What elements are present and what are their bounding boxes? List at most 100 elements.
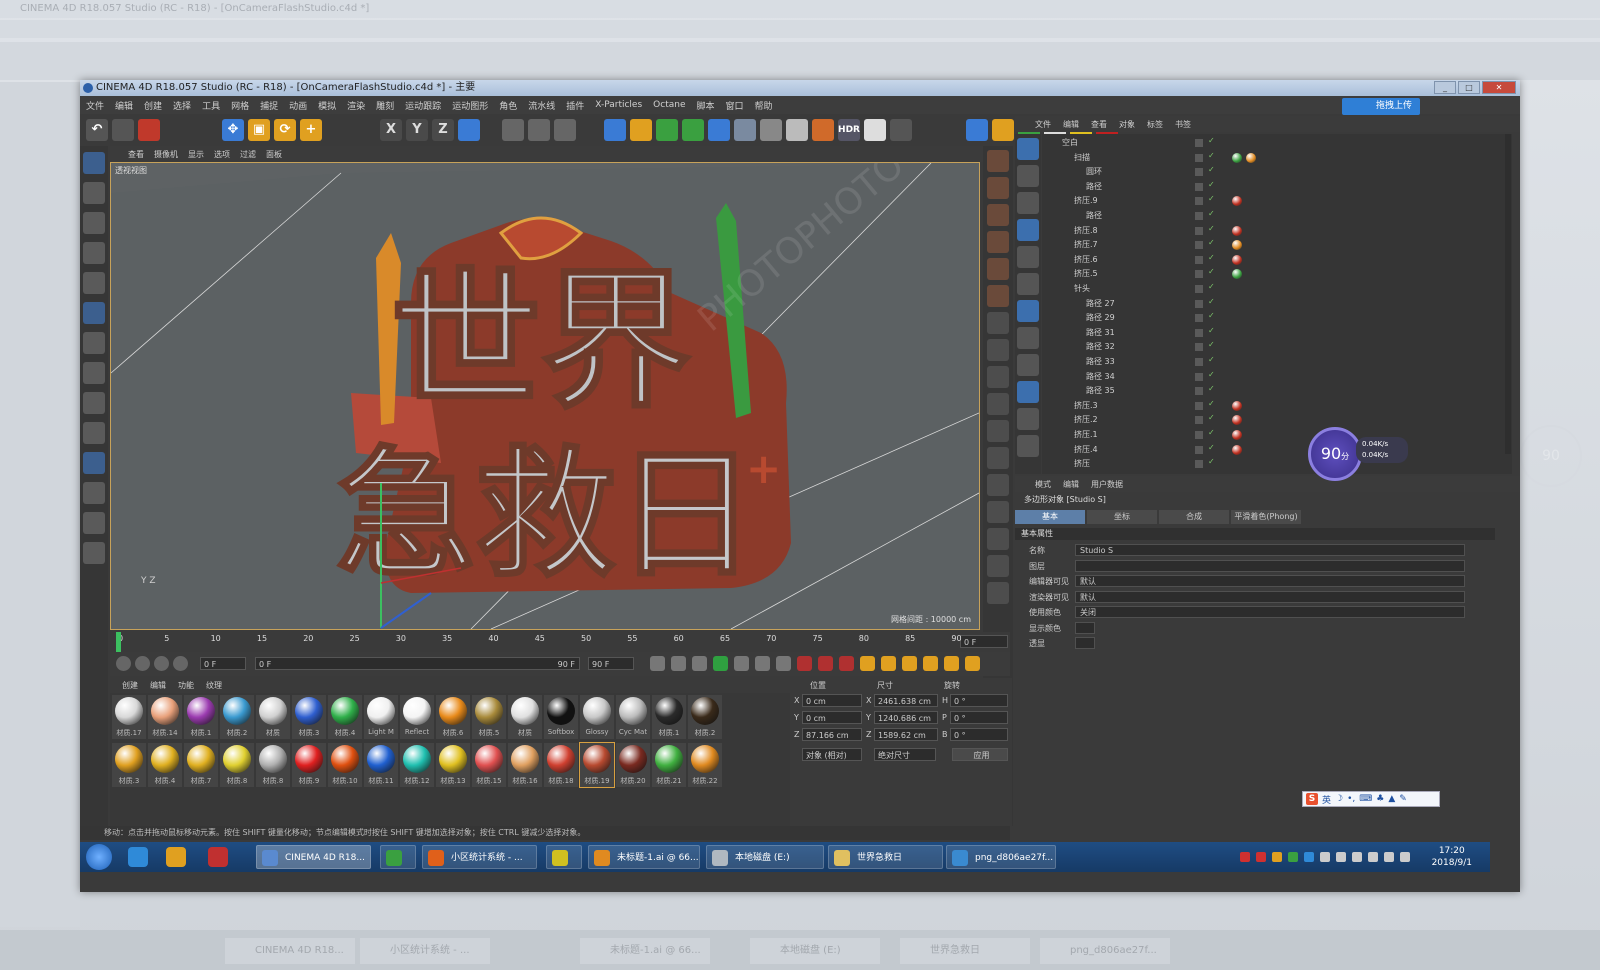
- right-tool-icon[interactable]: [987, 177, 1009, 199]
- material-swatch[interactable]: 材质.4: [148, 743, 182, 787]
- pen-icon[interactable]: [630, 119, 652, 141]
- menu-item[interactable]: 动画: [289, 99, 307, 112]
- material-menu-item[interactable]: 编辑: [150, 680, 166, 691]
- visibility-toggle[interactable]: [1195, 153, 1203, 162]
- material-tag[interactable]: [1232, 196, 1242, 207]
- enabled-check-icon[interactable]: ✓: [1208, 457, 1215, 466]
- visibility-toggle[interactable]: [1195, 168, 1203, 177]
- go-end-icon[interactable]: [776, 656, 791, 671]
- deformer-icon[interactable]: [708, 119, 730, 141]
- next-key-icon[interactable]: [755, 656, 770, 671]
- material-swatch[interactable]: 材质.9: [292, 743, 326, 787]
- menu-item[interactable]: 窗口: [726, 99, 744, 112]
- floor-icon[interactable]: [734, 119, 756, 141]
- object-row[interactable]: 挤压.4 ✓: [1042, 443, 1512, 457]
- perspective-viewport[interactable]: 世界 急救日 + Y Z PHOTOPHOTO 透视视图 网格间距 : 1000…: [110, 162, 980, 630]
- left-tool-icon[interactable]: [83, 182, 105, 204]
- viewport-menu-item[interactable]: 过滤: [240, 149, 256, 160]
- material-tag[interactable]: [1232, 225, 1242, 236]
- move-icon[interactable]: ✥: [222, 119, 244, 141]
- visibility-toggle[interactable]: [1195, 387, 1203, 396]
- enabled-check-icon[interactable]: ✓: [1208, 413, 1215, 422]
- enabled-check-icon[interactable]: ✓: [1208, 165, 1215, 174]
- taskbar-button[interactable]: [380, 845, 416, 869]
- attribute-value-field[interactable]: [1075, 637, 1095, 649]
- attribute-value-field[interactable]: 默认: [1075, 590, 1465, 603]
- left-tool-icon[interactable]: [83, 482, 105, 504]
- object-tool-icon[interactable]: [1017, 435, 1039, 457]
- visibility-toggle[interactable]: [1195, 197, 1203, 206]
- object-row[interactable]: 挤压.9 ✓: [1042, 194, 1512, 208]
- color-app-icon[interactable]: [166, 847, 186, 867]
- camera-icon[interactable]: [760, 119, 782, 141]
- max-frame-field[interactable]: 90 F: [588, 657, 634, 670]
- moon-icon[interactable]: ☽: [1335, 794, 1343, 804]
- playhead[interactable]: [116, 632, 121, 652]
- visibility-toggle[interactable]: [1195, 314, 1203, 323]
- enabled-check-icon[interactable]: ✓: [1208, 326, 1215, 335]
- y-axis-icon[interactable]: Y: [406, 119, 428, 141]
- frame-range-slider[interactable]: 0 F 90 F: [255, 657, 580, 670]
- material-swatch[interactable]: 材质.4: [328, 695, 362, 739]
- material-menu-item[interactable]: 纹理: [206, 680, 222, 691]
- prev-key-icon[interactable]: [671, 656, 686, 671]
- visibility-toggle[interactable]: [1195, 226, 1203, 235]
- tray-icon[interactable]: [1240, 852, 1250, 862]
- material-swatch[interactable]: 材质.8: [256, 743, 290, 787]
- system-clock[interactable]: 17:20 2018/9/1: [1432, 845, 1472, 869]
- right-tool-icon[interactable]: [987, 420, 1009, 442]
- attribute-value-field[interactable]: Studio S: [1075, 544, 1465, 556]
- rotation-field[interactable]: 0 °: [950, 694, 1008, 707]
- material-tag[interactable]: [1232, 269, 1242, 280]
- right-tool-icon[interactable]: [987, 204, 1009, 226]
- enabled-check-icon[interactable]: ✓: [1208, 311, 1215, 320]
- object-menu-item[interactable]: 标签: [1147, 119, 1163, 130]
- menu-item[interactable]: 帮助: [755, 99, 773, 112]
- menu-item[interactable]: 编辑: [115, 99, 133, 112]
- taskbar-button[interactable]: 未标题-1.ai @ 66...: [588, 845, 700, 869]
- right-tool-icon[interactable]: [987, 393, 1009, 415]
- visibility-toggle[interactable]: [1195, 328, 1203, 337]
- taskbar-button[interactable]: 本地磁盘 (E:): [706, 845, 824, 869]
- material-tag[interactable]: [1232, 254, 1242, 265]
- ime-language[interactable]: 英: [1322, 793, 1331, 806]
- object-row[interactable]: 路径 31 ✓: [1042, 326, 1512, 340]
- rot-key-icon[interactable]: [902, 656, 917, 671]
- timeline-end-field[interactable]: 0 F: [960, 635, 1008, 648]
- skin-icon[interactable]: ♣: [1376, 794, 1384, 804]
- object-row[interactable]: 路径 ✓: [1042, 180, 1512, 194]
- viewport-menu-item[interactable]: 显示: [188, 149, 204, 160]
- size-field[interactable]: 2461.638 cm: [874, 694, 938, 707]
- left-tool-icon[interactable]: [83, 212, 105, 234]
- enabled-check-icon[interactable]: ✓: [1208, 443, 1215, 452]
- menu-item[interactable]: Octane: [653, 100, 685, 110]
- material-swatch[interactable]: 材质.14: [148, 695, 182, 739]
- x-axis-icon[interactable]: X: [380, 119, 402, 141]
- enabled-check-icon[interactable]: ✓: [1208, 238, 1215, 247]
- material-tag[interactable]: [1232, 400, 1242, 411]
- enabled-check-icon[interactable]: ✓: [1208, 209, 1215, 218]
- right-tool-icon[interactable]: [987, 150, 1009, 172]
- rotation-field[interactable]: 0 °: [950, 711, 1008, 724]
- right-tool-icon[interactable]: [987, 366, 1009, 388]
- view-mode-icon[interactable]: [173, 656, 188, 671]
- timeline-icon[interactable]: [965, 656, 980, 671]
- viewport-menu-item[interactable]: 摄像机: [154, 149, 178, 160]
- visibility-toggle[interactable]: [1195, 460, 1203, 469]
- material-swatch[interactable]: 材质.21: [652, 743, 686, 787]
- left-tool-icon[interactable]: [83, 542, 105, 564]
- object-row[interactable]: 挤压.1 ✓: [1042, 428, 1512, 442]
- sky-icon[interactable]: [864, 119, 886, 141]
- object-tool-icon[interactable]: [1017, 381, 1039, 403]
- object-row[interactable]: 针头 ✓: [1042, 282, 1512, 296]
- visibility-toggle[interactable]: [1195, 182, 1203, 191]
- view-mode-icon[interactable]: [154, 656, 169, 671]
- material-swatch[interactable]: 材质.17: [112, 695, 146, 739]
- render-settings-icon[interactable]: [554, 119, 576, 141]
- attribute-tab[interactable]: 平滑着色(Phong): [1231, 510, 1301, 524]
- material-menu-item[interactable]: 创建: [122, 680, 138, 691]
- material-menu-item[interactable]: 功能: [178, 680, 194, 691]
- material-swatch[interactable]: 材质.1: [652, 695, 686, 739]
- scale-key-icon[interactable]: [881, 656, 896, 671]
- enabled-check-icon[interactable]: ✓: [1208, 340, 1215, 349]
